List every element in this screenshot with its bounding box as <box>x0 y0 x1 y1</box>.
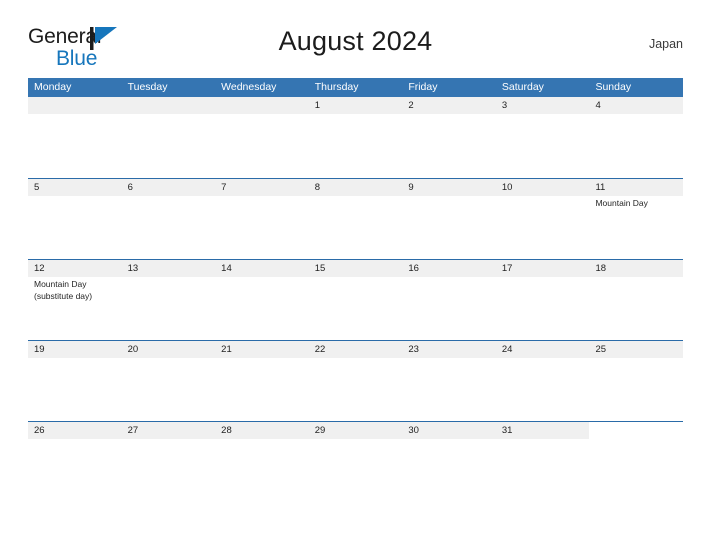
day-number: 25 <box>595 344 607 355</box>
day-cell-15[interactable]: 15 <box>309 260 403 340</box>
day-number: 17 <box>501 263 513 274</box>
day-cell-24[interactable]: 24 <box>496 341 590 421</box>
day-cell-13[interactable]: 13 <box>122 260 216 340</box>
day-cell-empty <box>122 97 216 178</box>
week-cells: 1 2 3 4 <box>28 97 683 178</box>
day-cell-1[interactable]: 1 <box>309 97 403 178</box>
week-cells: 12 Mountain Day (substitute day) 13 14 15 16 17… <box>28 260 683 340</box>
day-number: 21 <box>221 344 232 355</box>
day-number: 27 <box>127 425 139 436</box>
day-number: 14 <box>221 263 232 274</box>
day-cell-18[interactable]: 18 <box>589 260 683 340</box>
day-cell-26[interactable]: 26 <box>28 422 122 502</box>
country-label: Japan <box>648 37 683 51</box>
day-cell-14[interactable]: 14 <box>215 260 309 340</box>
day-number: 8 <box>314 182 321 193</box>
calendar-week-row: 5 6 7 8 9 10 11 Mountain Day <box>28 178 683 259</box>
day-number: 31 <box>501 425 513 436</box>
day-cell-4[interactable]: 4 <box>589 97 683 178</box>
day-cell-22[interactable]: 22 <box>309 341 403 421</box>
calendar-week-row: 1 2 3 4 <box>28 97 683 178</box>
day-number: 12 <box>34 263 45 274</box>
day-number: 18 <box>595 263 607 274</box>
weekday-header-wednesday: Wednesday <box>221 81 277 93</box>
day-cell-7[interactable]: 7 <box>215 179 309 259</box>
calendar-week-row: 12 Mountain Day (substitute day) 13 14 15 16 17… <box>28 259 683 340</box>
holiday-label: Mountain Day <box>595 198 648 208</box>
week-cells: 26 27 28 29 30 31 <box>28 422 683 502</box>
day-number: 23 <box>408 344 419 355</box>
weekday-header-thursday: Thursday <box>314 81 359 93</box>
day-number: 4 <box>595 100 601 111</box>
weekday-header-tuesday: Tuesday <box>127 81 168 93</box>
day-cell-5[interactable]: 5 <box>28 179 122 259</box>
day-cell-6[interactable]: 6 <box>122 179 216 259</box>
day-number: 9 <box>408 182 414 193</box>
calendar-week-row: 26 27 28 29 30 31 <box>28 421 683 502</box>
day-cell-11[interactable]: 11 Mountain Day <box>589 179 683 259</box>
week-cells: 19 20 21 22 23 24 25 <box>28 341 683 421</box>
day-cell-empty <box>215 97 309 178</box>
weekday-header-row: Monday Tuesday Wednesday Thursday Friday Satu… <box>28 78 683 97</box>
day-cell-12[interactable]: 12 Mountain Day (substitute day) <box>28 260 122 340</box>
day-cell-27[interactable]: 27 <box>122 422 216 502</box>
day-cell-30[interactable]: 30 <box>402 422 496 502</box>
weekday-header-friday: Friday <box>408 81 438 93</box>
day-cell-17[interactable]: 17 <box>496 260 590 340</box>
day-number <box>221 99 309 112</box>
day-number: 22 <box>314 344 326 355</box>
day-number: 3 <box>501 100 508 111</box>
day-cell-8[interactable]: 8 <box>309 179 403 259</box>
day-number: 15 <box>314 263 326 274</box>
week-cells: 5 6 7 8 9 10 11 Mountain Day <box>28 179 683 259</box>
calendar-weeks: 1 2 3 4 5 6 7 8 9 10 11 Mountain Day 12 Mountain Day(… <box>28 97 683 502</box>
day-number: 5 <box>34 182 40 193</box>
page-title: August 2024 <box>278 26 433 56</box>
day-events: Mountain Day <box>595 198 683 210</box>
day-number: 28 <box>221 425 232 436</box>
day-cell-28[interactable]: 28 <box>215 422 309 502</box>
day-number: 30 <box>408 425 419 436</box>
day-cell-3[interactable]: 3 <box>496 97 590 178</box>
day-number: 10 <box>501 182 513 193</box>
calendar-page: General Blue August 2024 Japan Monday Tue… <box>0 0 712 550</box>
day-cell-9[interactable]: 9 <box>402 179 496 259</box>
day-cell-19[interactable]: 19 <box>28 341 122 421</box>
holiday-label: (substitute day) <box>34 290 93 301</box>
day-number: 20 <box>127 344 139 355</box>
day-number: 2 <box>408 100 414 111</box>
weekday-header-sunday: Sunday <box>595 81 632 93</box>
day-cell-31[interactable]: 31 <box>496 422 590 502</box>
day-cell-29[interactable]: 29 <box>309 422 403 502</box>
day-number <box>34 99 122 112</box>
day-cell-10[interactable]: 10 <box>496 179 590 259</box>
day-cell-16[interactable]: 16 <box>402 260 496 340</box>
calendar-week-row: 19 20 21 22 23 24 25 <box>28 340 683 421</box>
day-cell-25[interactable]: 25 <box>589 341 683 421</box>
day-number <box>595 424 683 437</box>
day-cell-empty <box>589 422 683 502</box>
day-number: 29 <box>314 425 326 436</box>
calendar-grid: Monday Tuesday Wednesday Thursday Friday Satu… <box>28 78 683 502</box>
day-cell-20[interactable]: 20 <box>122 341 216 421</box>
weekday-header-monday: Monday <box>34 81 72 93</box>
weekday-header-saturday: Saturday <box>501 81 544 93</box>
day-number: 7 <box>221 182 227 193</box>
day-cell-21[interactable]: 21 <box>215 341 309 421</box>
day-number <box>128 99 216 112</box>
day-cell-2[interactable]: 2 <box>402 97 496 178</box>
day-number: 6 <box>127 182 133 193</box>
day-number: 24 <box>501 344 513 355</box>
day-cell-23[interactable]: 23 <box>402 341 496 421</box>
day-number: 13 <box>127 263 139 274</box>
day-number: 26 <box>34 425 45 436</box>
day-number: 16 <box>408 263 419 274</box>
page-header: General Blue August 2024 Japan <box>28 22 683 70</box>
day-events: Mountain Day (substitute day) <box>34 279 122 302</box>
day-number: 19 <box>34 344 45 355</box>
holiday-label: Mountain Day <box>34 279 87 289</box>
day-number: 11 <box>595 182 606 193</box>
day-number: 1 <box>314 100 321 111</box>
day-cell-empty <box>28 97 122 178</box>
